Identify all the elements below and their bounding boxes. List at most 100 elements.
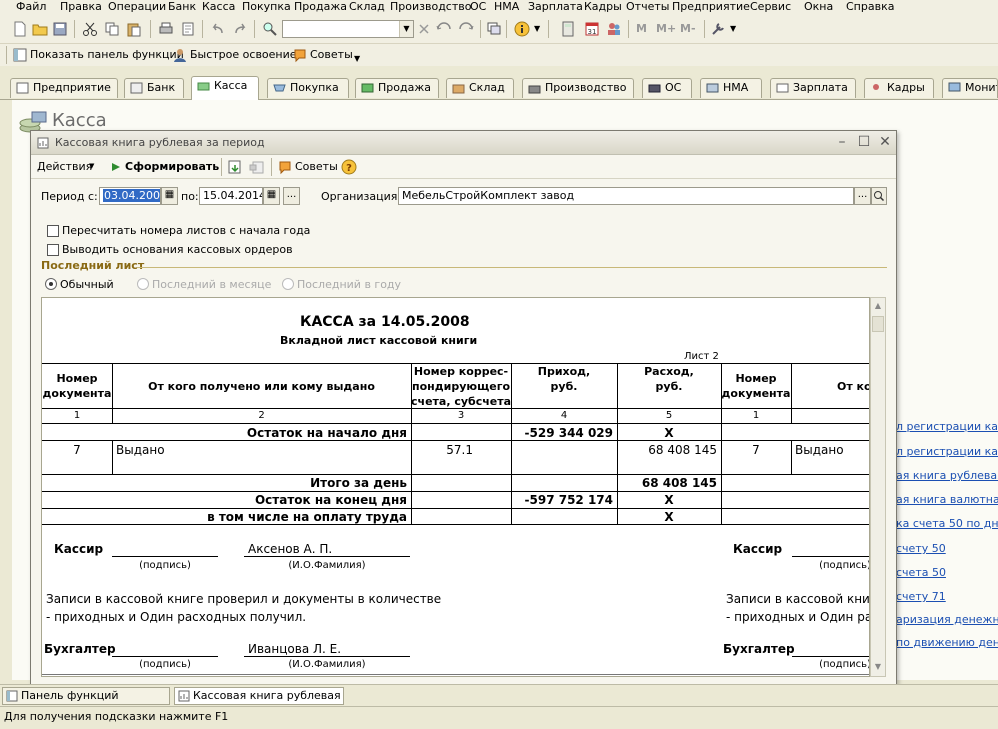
undo-icon[interactable] — [210, 21, 226, 37]
scroll-up-icon[interactable]: ▲ — [872, 299, 884, 313]
memory-button[interactable]: M — [636, 22, 647, 35]
tips-button[interactable]: Советы — [310, 48, 353, 61]
report-link[interactable]: аризация денежных — [896, 613, 998, 626]
report-link[interactable]: счета 50 — [896, 566, 946, 579]
restore-report-icon[interactable] — [249, 159, 265, 175]
search-icon[interactable] — [262, 21, 278, 37]
search-icon[interactable] — [871, 187, 887, 205]
menu-sales[interactable]: Продажа — [294, 0, 347, 13]
report-spreadsheet[interactable]: КАССА за 14.05.2008 Вкладной лист кассов… — [41, 297, 870, 677]
menu-os[interactable]: ОС — [470, 0, 486, 13]
tab-hr[interactable]: Кадры — [864, 78, 934, 98]
paste-icon[interactable] — [126, 21, 142, 37]
menu-purchase[interactable]: Покупка — [242, 0, 291, 13]
open-folder-icon[interactable] — [32, 21, 48, 37]
menu-nma[interactable]: НМА — [494, 0, 519, 13]
report-link[interactable]: счету 50 — [896, 542, 946, 555]
menu-help[interactable]: Справка — [846, 0, 894, 13]
menu-edit[interactable]: Правка — [60, 0, 102, 13]
basis-checkbox[interactable] — [47, 244, 59, 256]
tips-button[interactable]: Советы — [295, 160, 338, 173]
chevron-down-icon[interactable]: ▼ — [399, 21, 413, 37]
tab-bank[interactable]: Банк — [124, 78, 184, 98]
menu-cash[interactable]: Касса — [202, 0, 235, 13]
redo-icon[interactable] — [232, 21, 248, 37]
menu-salary[interactable]: Зарплата — [528, 0, 583, 13]
report-link[interactable]: л регистрации касс — [896, 420, 998, 433]
radio-last-year[interactable] — [282, 278, 294, 290]
tab-monitor[interactable]: Монит — [942, 78, 998, 98]
tools-icon[interactable] — [710, 21, 726, 37]
period-to-input[interactable]: 15.04.2014 — [199, 187, 263, 205]
chevron-down-icon[interactable]: ▼ — [89, 162, 94, 170]
vertical-scrollbar[interactable]: ▲ ▼ — [870, 297, 886, 677]
report-link[interactable]: ка счета 50 по дням — [896, 517, 998, 530]
tab-cash[interactable]: Касса — [191, 76, 259, 100]
close-icon[interactable]: ✕ — [876, 133, 894, 151]
organization-input[interactable]: МебельСтройКомплект завод — [398, 187, 854, 205]
menu-bank[interactable]: Банк — [168, 0, 196, 13]
cut-icon[interactable] — [82, 21, 98, 37]
find-previous-icon[interactable] — [436, 21, 452, 37]
menu-hr[interactable]: Кадры — [584, 0, 622, 13]
task-function-panel[interactable]: Панель функций — [2, 687, 170, 705]
copy-icon[interactable] — [104, 21, 120, 37]
report-link[interactable]: по движению денеж — [896, 636, 998, 649]
chevron-down-icon[interactable]: ▼ — [534, 24, 540, 33]
menu-windows[interactable]: Окна — [804, 0, 833, 13]
task-cash-book[interactable]: Кассовая книга рублевая з... — [174, 687, 344, 705]
chevron-down-icon[interactable]: ▼ — [730, 24, 736, 33]
users-icon[interactable] — [606, 21, 622, 37]
period-from-input[interactable]: 03.04.2008 — [99, 187, 161, 205]
window-titlebar[interactable]: Кассовая книга рублевая за период – ☐ ✕ — [31, 131, 896, 155]
actions-menu[interactable]: Действия — [37, 160, 92, 173]
quick-learn-button[interactable]: Быстрое освоение — [190, 48, 297, 61]
calendar-icon[interactable]: ▦ — [161, 187, 178, 205]
preview-icon[interactable] — [180, 21, 196, 37]
save-report-icon[interactable] — [227, 159, 243, 175]
report-link[interactable]: ая книга рублевая — [896, 469, 998, 482]
tab-sales[interactable]: Продажа — [355, 78, 439, 98]
windows-icon[interactable] — [486, 21, 502, 37]
find-next-icon[interactable] — [458, 21, 474, 37]
chevron-down-icon[interactable]: ▼ — [354, 54, 360, 63]
calendar-icon[interactable]: ▦ — [263, 187, 280, 205]
menu-warehouse[interactable]: Склад — [349, 0, 385, 13]
calendar-icon[interactable]: 31 — [584, 21, 600, 37]
period-select-button[interactable]: ... — [283, 187, 300, 205]
menu-file[interactable]: Файл — [16, 0, 46, 13]
memory-plus-button[interactable]: M+ — [656, 22, 676, 35]
calculator-icon[interactable] — [560, 21, 576, 37]
report-link[interactable]: счету 71 — [896, 590, 946, 603]
minimize-icon[interactable]: – — [833, 133, 851, 151]
tab-nma[interactable]: НМА — [700, 78, 762, 98]
report-link[interactable]: л регистрации касс — [896, 445, 998, 458]
menu-service[interactable]: Сервис — [750, 0, 791, 13]
memory-minus-button[interactable]: M- — [680, 22, 696, 35]
menu-enterprise[interactable]: Предприятие — [672, 0, 750, 13]
print-icon[interactable] — [158, 21, 174, 37]
tab-os[interactable]: ОС — [642, 78, 692, 98]
organization-select-button[interactable]: ... — [854, 187, 871, 205]
menu-reports[interactable]: Отчеты — [626, 0, 669, 13]
maximize-icon[interactable]: ☐ — [855, 133, 873, 151]
scroll-down-icon[interactable]: ▼ — [872, 660, 884, 674]
generate-button[interactable]: Сформировать — [125, 160, 219, 173]
clear-search-icon[interactable] — [416, 21, 432, 37]
scroll-thumb[interactable] — [872, 316, 884, 332]
menu-production[interactable]: Производство — [390, 0, 471, 13]
new-document-icon[interactable] — [12, 21, 28, 37]
tab-warehouse[interactable]: Склад — [446, 78, 514, 98]
info-icon[interactable] — [514, 21, 530, 37]
help-icon[interactable]: ? — [341, 159, 357, 175]
save-icon[interactable] — [52, 21, 68, 37]
search-combo[interactable]: ▼ — [282, 20, 414, 38]
tab-enterprise[interactable]: Предприятие — [10, 78, 118, 98]
radio-normal[interactable] — [45, 278, 57, 290]
tab-purchase[interactable]: Покупка — [267, 78, 349, 98]
menu-operations[interactable]: Операции — [108, 0, 166, 13]
radio-last-month[interactable] — [137, 278, 149, 290]
tab-salary[interactable]: Зарплата — [770, 78, 856, 98]
tab-production[interactable]: Производство — [522, 78, 634, 98]
show-function-panel-button[interactable]: Показать панель функций — [30, 48, 184, 61]
